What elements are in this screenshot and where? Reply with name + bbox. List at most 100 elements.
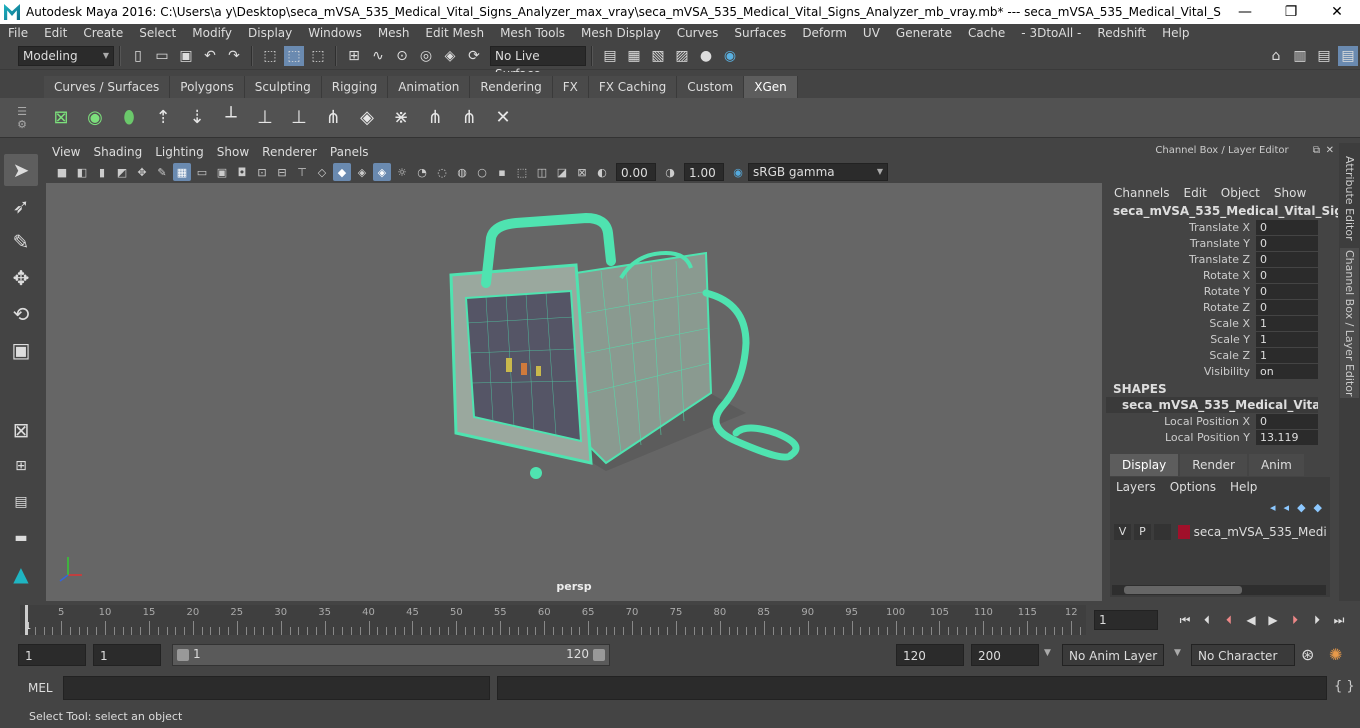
perspective-viewport[interactable]: persp (46, 183, 1102, 601)
shelf-tab-curves-surfaces[interactable]: Curves / Surfaces (44, 76, 171, 98)
clump-icon[interactable]: ⋔ (455, 103, 483, 133)
delete-guides-icon[interactable]: ✕ (489, 103, 517, 133)
add-guides-icon[interactable]: ⇡ (149, 103, 177, 133)
layer-tab-render[interactable]: Render (1180, 454, 1247, 476)
vp-menu-view[interactable]: View (52, 145, 87, 159)
cb-menu-channels[interactable]: Channels (1114, 186, 1170, 200)
playback-end-field[interactable]: 120 (896, 644, 964, 666)
shelf-tab-rendering[interactable]: Rendering (470, 76, 553, 98)
menu-edit[interactable]: Edit (36, 26, 75, 40)
textured-icon[interactable]: ☼ (393, 163, 411, 181)
object-name[interactable]: seca_mVSA_535_Medical_Vital_Signs_... (1106, 203, 1338, 219)
attr-translate-y[interactable]: Translate Y0 (1106, 235, 1338, 251)
scale-tool-icon[interactable]: ▣ (4, 334, 38, 366)
attr-rotate-z[interactable]: Rotate Z0 (1106, 299, 1338, 315)
attr-scale-x[interactable]: Scale X1 (1106, 315, 1338, 331)
step-back-icon[interactable]: ⏴ (1196, 610, 1218, 630)
layer-scroll-thumb[interactable] (1124, 586, 1242, 594)
rebuild-guides-icon[interactable]: ⋔ (319, 103, 347, 133)
paint-select-tool-icon[interactable]: ✎ (4, 226, 38, 258)
anim-layer-selector[interactable]: No Anim Layer (1062, 644, 1164, 666)
grease-pencil-icon[interactable]: ✎ (153, 163, 171, 181)
vp-menu-shading[interactable]: Shading (93, 145, 149, 159)
auto-key-icon[interactable]: ⊛ (1301, 645, 1314, 664)
layer-visibility-toggle[interactable]: V (1114, 524, 1131, 540)
xray-joints-icon[interactable]: ⊠ (573, 163, 591, 181)
mel-label[interactable]: MEL (28, 681, 53, 695)
step-forward-icon[interactable]: ⏵ (1306, 610, 1328, 630)
gamma-field[interactable]: 1.00 (684, 163, 724, 181)
menu-mesh-tools[interactable]: Mesh Tools (492, 26, 573, 40)
character-set-selector[interactable]: No Character Set (1191, 644, 1295, 685)
guide-lock-icon[interactable]: ⊥ (285, 103, 313, 133)
save-scene-icon[interactable]: ▣ (176, 46, 196, 66)
move-layer-up-icon[interactable]: ◂ (1270, 501, 1276, 514)
two-view-layout-icon[interactable]: ▤ (4, 486, 38, 518)
use-all-lights-icon[interactable]: ◔ (413, 163, 431, 181)
shelf-tab-fx[interactable]: FX (552, 76, 589, 98)
close-panel-icon[interactable]: ✕ (1326, 143, 1334, 159)
go-to-end-icon[interactable]: ⏭ (1328, 610, 1350, 630)
mel-input[interactable] (63, 676, 490, 700)
field-chart-icon[interactable]: ⊡ (253, 163, 271, 181)
current-frame-field[interactable]: 1 (1094, 610, 1158, 630)
ambient-occlusion-icon[interactable]: ◍ (453, 163, 471, 181)
shelf-tab-sculpting[interactable]: Sculpting (244, 76, 322, 98)
layer-row[interactable]: V P seca_mVSA_535_Medical_ (1114, 523, 1326, 541)
layer-menu-options[interactable]: Options (1170, 480, 1216, 494)
rotate-tool-icon[interactable]: ⟲ (4, 298, 38, 330)
shelf-tab-fx-caching[interactable]: FX Caching (588, 76, 678, 98)
vp-menu-show[interactable]: Show (217, 145, 256, 159)
attr-rotate-y[interactable]: Rotate Y0 (1106, 283, 1338, 299)
grid-icon[interactable]: ▦ (173, 163, 191, 181)
play-backward-icon[interactable]: ◀ (1240, 610, 1262, 630)
layer-display-type[interactable] (1153, 524, 1171, 540)
default-material-icon[interactable]: ◈ (353, 163, 371, 181)
layer-playback-toggle[interactable]: P (1133, 524, 1151, 540)
close-button[interactable]: ✕ (1314, 4, 1360, 20)
shape-name[interactable]: seca_mVSA_535_Medical_Vital_Signs... (1106, 397, 1318, 413)
attr-local-position-y[interactable]: Local Position Y 13.119 (1106, 429, 1338, 445)
time-slider[interactable]: 5 10 15 20 25 30 35 40 45 50 55 60 65 70 75 80 85 90 95 100… (0, 603, 1360, 637)
select-tool-icon[interactable]: ➤ (4, 154, 38, 186)
attribute-editor-tab[interactable]: Attribute Editor (1340, 153, 1359, 243)
colorspace-selector[interactable]: sRGB gamma (748, 163, 888, 181)
menu-modify[interactable]: Modify (184, 26, 240, 40)
wireframe-icon[interactable]: ◇ (313, 163, 331, 181)
sculpt-guides-icon[interactable]: ⊥ (251, 103, 279, 133)
live-surface-field[interactable]: No Live Surface (490, 45, 586, 81)
new-layer-icon[interactable]: ◆ (1297, 501, 1305, 514)
menu-select[interactable]: Select (131, 26, 184, 40)
color-management-icon[interactable]: ◉ (729, 163, 747, 181)
go-to-start-icon[interactable]: ⏮ (1174, 610, 1196, 630)
ipr-render-icon[interactable]: ▧ (648, 46, 668, 66)
groom-icon[interactable]: ⋇ (387, 103, 415, 133)
select-object-icon[interactable]: ⬚ (284, 45, 304, 66)
play-forward-icon[interactable]: ▶ (1262, 610, 1284, 630)
attr-rotate-x[interactable]: Rotate X0 (1106, 267, 1338, 283)
menu-windows[interactable]: Windows (300, 26, 370, 40)
redo-icon[interactable]: ↷ (224, 46, 244, 66)
xgen-editor-icon[interactable]: ⊠ (47, 103, 75, 133)
lasso-tool-icon[interactable]: ➶ (4, 190, 38, 222)
range-slider[interactable]: 1 120 (172, 644, 610, 666)
wireframe-on-shaded-icon[interactable]: ◈ (373, 163, 391, 181)
snap-grid-icon[interactable]: ⊞ (344, 46, 364, 66)
animation-end-field[interactable]: 200 (971, 644, 1039, 666)
attr-visibility[interactable]: Visibility on (1106, 363, 1338, 379)
layer-menu-layers[interactable]: Layers (1116, 480, 1156, 494)
shelf-tab-animation[interactable]: Animation (388, 76, 471, 98)
menu-mesh[interactable]: Mesh (370, 26, 418, 40)
undo-icon[interactable]: ↶ (200, 46, 220, 66)
layer-color-swatch[interactable] (1177, 525, 1190, 539)
menu-help[interactable]: Help (1154, 26, 1197, 40)
cb-menu-show[interactable]: Show (1274, 186, 1306, 200)
attr-scale-z[interactable]: Scale Z1 (1106, 347, 1338, 363)
menu-deform[interactable]: Deform (794, 26, 855, 40)
menu-redshift[interactable]: Redshift (1089, 26, 1154, 40)
safe-title-icon[interactable]: ⊤ (293, 163, 311, 181)
shelf-tab-polygons[interactable]: Polygons (170, 76, 245, 98)
motion-blur-icon[interactable]: ○ (473, 163, 491, 181)
step-back-key-icon[interactable]: ⏴ (1218, 610, 1240, 630)
smooth-shade-icon[interactable]: ◆ (333, 163, 351, 181)
